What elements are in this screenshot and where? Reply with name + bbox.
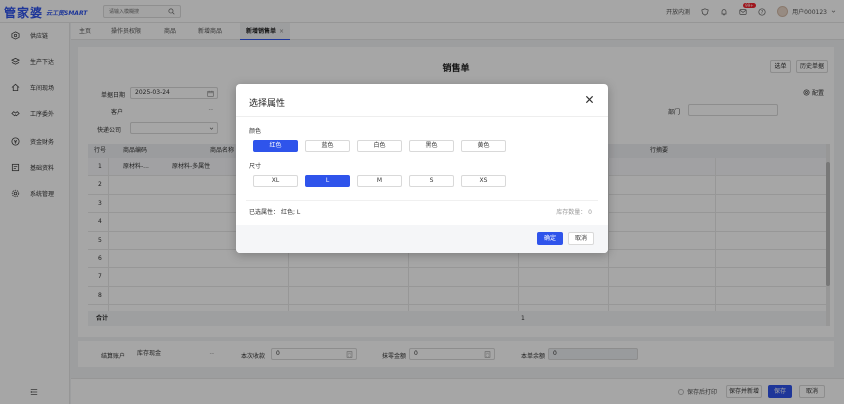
color-option-blue[interactable]: 蓝色 xyxy=(305,140,350,152)
stock-quantity: 库存数量： 0 xyxy=(556,207,592,216)
dialog-divider xyxy=(236,116,608,117)
selected-value: 红色; L xyxy=(280,209,301,216)
size-option-m[interactable]: M xyxy=(357,175,402,187)
selected-label: 已选属性： xyxy=(249,209,280,216)
modal-mask-side xyxy=(0,40,70,404)
stock-label: 库存数量： xyxy=(556,209,587,216)
modal-mask-top xyxy=(0,0,844,40)
color-option-black[interactable]: 黑色 xyxy=(409,140,454,152)
color-option-yellow[interactable]: 黄色 xyxy=(461,140,506,152)
color-group-label: 颜色 xyxy=(249,128,262,135)
attribute-dialog: 选择属性 颜色 红色 蓝色 白色 黑色 黄色 尺寸 XL L M S XS 已选… xyxy=(236,84,608,253)
dialog-cancel-button[interactable]: 取消 xyxy=(568,232,594,245)
size-group-label: 尺寸 xyxy=(249,163,262,170)
dialog-footer: 确定 取消 xyxy=(236,225,608,253)
stock-value: 0 xyxy=(588,209,592,216)
confirm-button[interactable]: 确定 xyxy=(537,232,563,245)
dialog-divider xyxy=(246,200,598,201)
size-option-xl[interactable]: XL xyxy=(253,175,298,187)
close-icon[interactable] xyxy=(585,95,594,104)
dialog-title: 选择属性 xyxy=(249,99,286,109)
color-option-red[interactable]: 红色 xyxy=(253,140,298,152)
size-option-xs[interactable]: XS xyxy=(461,175,506,187)
size-option-s[interactable]: S xyxy=(409,175,454,187)
size-option-l[interactable]: L xyxy=(305,175,350,187)
color-option-white[interactable]: 白色 xyxy=(357,140,402,152)
selected-attributes: 已选属性： 红色; L xyxy=(249,207,300,216)
